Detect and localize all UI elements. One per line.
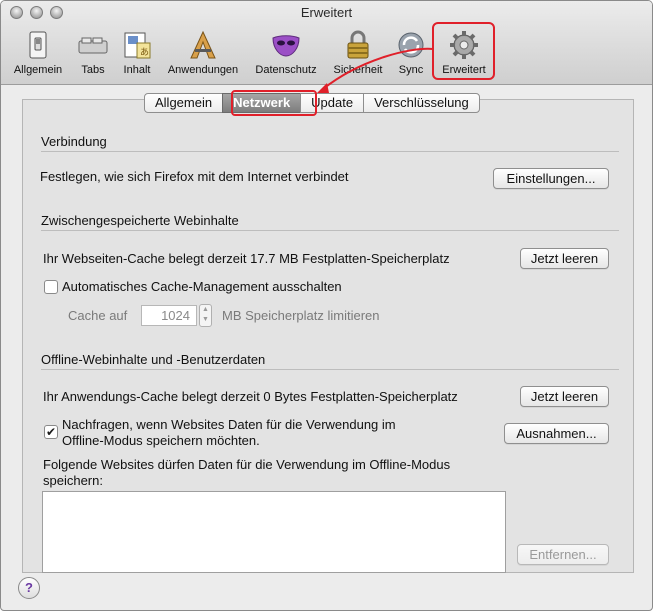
erweitert-highlight-annotation <box>432 22 495 80</box>
svg-text:あ: あ <box>140 47 149 58</box>
toolbar-item-tabs[interactable]: Tabs <box>75 27 111 79</box>
cache-size-stepper[interactable]: ▲ ▼ <box>199 304 212 327</box>
stepper-up-icon[interactable]: ▲ <box>200 305 211 315</box>
toolbar-item-label: Tabs <box>81 64 105 76</box>
offline-usage-text: Ihr Anwendungs-Cache belegt derzeit 0 By… <box>43 389 458 404</box>
ask-offline-storage-label-line1: Nachfragen, wenn Websites Daten für die … <box>62 417 396 432</box>
tabs-icon <box>78 37 108 54</box>
cache-limit-suffix: MB Speicherplatz limitieren <box>222 308 380 323</box>
section-divider <box>41 151 619 152</box>
toolbar-item-label: Inhalt <box>123 64 151 76</box>
checkmark-icon: ✔ <box>45 425 57 439</box>
netzwerk-highlight-annotation <box>231 90 317 116</box>
cache-size-field[interactable]: 1024 <box>141 305 197 326</box>
allowed-sites-label-line1: Folgende Websites dürfen Daten für die V… <box>43 457 451 472</box>
remove-button[interactable]: Entfernen... <box>517 544 609 565</box>
content-icon: あ <box>124 32 151 59</box>
allowed-sites-label-line2: speichern: <box>43 473 103 488</box>
stepper-down-icon[interactable]: ▼ <box>200 315 211 325</box>
section-divider <box>41 369 619 370</box>
clear-offline-cache-button[interactable]: Jetzt leeren <box>520 386 609 407</box>
window-title: Erweitert <box>300 5 353 20</box>
section-divider <box>41 230 619 231</box>
preferences-window: Erweitert Allgemein Tabs あ Inhalt Anwend… <box>0 0 653 611</box>
ask-offline-storage-checkbox[interactable]: ✔ <box>44 425 58 439</box>
section-title-offline: Offline-Webinhalte und -Benutzerdaten <box>41 352 266 367</box>
annotation-arrow <box>315 47 434 95</box>
override-cache-label: Automatisches Cache-Management ausschalt… <box>62 279 342 294</box>
exceptions-button[interactable]: Ausnahmen... <box>504 423 609 444</box>
toolbar-item-anwendungen[interactable]: Anwendungen <box>163 27 243 79</box>
tab-allgemein[interactable]: Allgemein <box>144 93 224 113</box>
applications-icon <box>190 30 216 59</box>
section-title-verbindung: Verbindung <box>41 134 107 149</box>
privacy-mask-icon <box>272 35 300 57</box>
cache-limit-prefix: Cache auf <box>68 308 128 323</box>
toolbar-item-label: Anwendungen <box>167 64 239 76</box>
connection-settings-button[interactable]: Einstellungen... <box>493 168 609 189</box>
light-switch-icon <box>29 31 47 59</box>
override-cache-checkbox[interactable] <box>44 280 58 294</box>
help-button[interactable]: ? <box>18 577 40 599</box>
connection-description: Festlegen, wie sich Firefox mit dem Inte… <box>40 169 349 184</box>
allowed-sites-list[interactable] <box>42 491 506 573</box>
cache-usage-text: Ihr Webseiten-Cache belegt derzeit 17.7 … <box>43 251 450 266</box>
ask-offline-storage-label-line2: Offline-Modus speichern möchten. <box>62 433 260 448</box>
clear-cache-button[interactable]: Jetzt leeren <box>520 248 609 269</box>
tab-verschluesselung[interactable]: Verschlüsselung <box>363 93 480 113</box>
toolbar-item-allgemein[interactable]: Allgemein <box>9 27 67 79</box>
toolbar-item-inhalt[interactable]: あ Inhalt <box>119 27 155 79</box>
help-icon: ? <box>25 580 33 595</box>
toolbar-item-label: Allgemein <box>13 64 63 76</box>
section-title-cache: Zwischengespeicherte Webinhalte <box>41 213 239 228</box>
